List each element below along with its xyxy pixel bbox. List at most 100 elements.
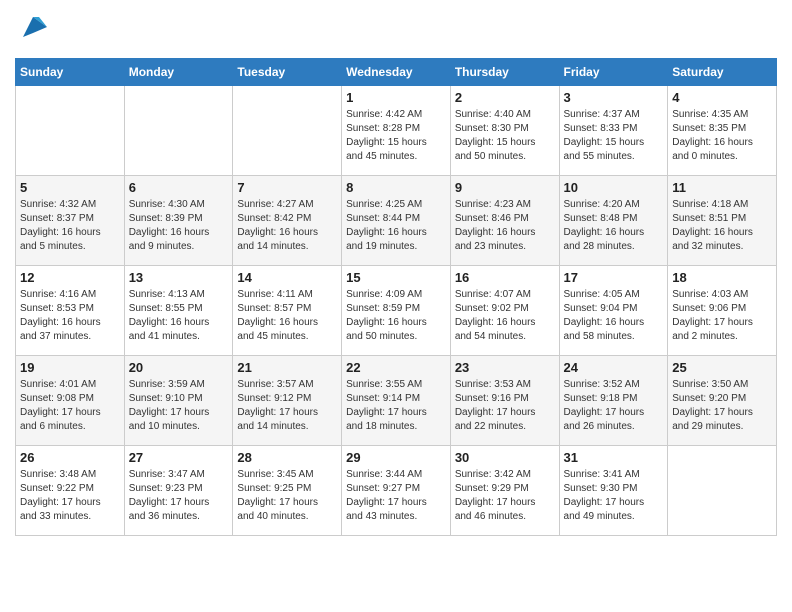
day-info: Sunrise: 4:25 AM Sunset: 8:44 PM Dayligh…: [346, 198, 446, 254]
day-info: Sunrise: 3:57 AM Sunset: 9:12 PM Dayligh…: [237, 378, 337, 434]
day-info: Sunrise: 3:52 AM Sunset: 9:18 PM Dayligh…: [564, 378, 664, 434]
calendar-cell: 20 Sunrise: 3:59 AM Sunset: 9:10 PM Dayli…: [124, 356, 233, 446]
day-number: 14: [237, 270, 337, 285]
calendar-cell: 6Sunrise: 4:30 AM Sunset: 8:39 PM Daylig…: [124, 176, 233, 266]
day-info: Sunrise: 3:47 AM Sunset: 9:23 PM Dayligh…: [129, 468, 229, 524]
calendar-cell: 16 Sunrise: 4:07 AM Sunset: 9:02 PM Dayli…: [450, 266, 559, 356]
calendar-cell: 8 Sunrise: 4:25 AM Sunset: 8:44 PM Daylig…: [342, 176, 451, 266]
calendar-cell: 12 Sunrise: 4:16 AM Sunset: 8:53 PM Dayli…: [16, 266, 125, 356]
calendar-cell: 4Sunrise: 4:35 AM Sunset: 8:35 PM Daylig…: [668, 86, 777, 176]
calendar-cell: 17 Sunrise: 4:05 AM Sunset: 9:04 PM Dayli…: [559, 266, 668, 356]
day-number: 25: [672, 360, 772, 375]
calendar-cell: 25 Sunrise: 3:50 AM Sunset: 9:20 PM Dayli…: [668, 356, 777, 446]
day-info: Sunrise: 4:09 AM Sunset: 8:59 PM Dayligh…: [346, 288, 446, 344]
day-number: 8: [346, 180, 446, 195]
day-number: 28: [237, 450, 337, 465]
calendar-cell: 13 Sunrise: 4:13 AM Sunset: 8:55 PM Dayli…: [124, 266, 233, 356]
day-info: Sunrise: 4:20 AM Sunset: 8:48 PM Dayligh…: [564, 198, 664, 254]
day-header-friday: Friday: [559, 59, 668, 86]
day-info: Sunrise: 4:11 AM Sunset: 8:57 PM Dayligh…: [237, 288, 337, 344]
day-number: 5: [20, 180, 120, 195]
day-header-wednesday: Wednesday: [342, 59, 451, 86]
calendar-cell: 19 Sunrise: 4:01 AM Sunset: 9:08 PM Dayli…: [16, 356, 125, 446]
day-info: Sunrise: 4:07 AM Sunset: 9:02 PM Dayligh…: [455, 288, 555, 344]
day-header-thursday: Thursday: [450, 59, 559, 86]
day-number: 30: [455, 450, 555, 465]
calendar-cell: [16, 86, 125, 176]
day-info: Sunrise: 3:50 AM Sunset: 9:20 PM Dayligh…: [672, 378, 772, 434]
day-number: 13: [129, 270, 229, 285]
calendar-cell: 24 Sunrise: 3:52 AM Sunset: 9:18 PM Dayli…: [559, 356, 668, 446]
day-number: 19: [20, 360, 120, 375]
day-info: Sunrise: 4:27 AM Sunset: 8:42 PM Dayligh…: [237, 198, 337, 254]
day-number: 29: [346, 450, 446, 465]
day-number: 26: [20, 450, 120, 465]
day-number: 24: [564, 360, 664, 375]
calendar-cell: 5 Sunrise: 4:32 AM Sunset: 8:37 PM Daylig…: [16, 176, 125, 266]
calendar-week-row: 5 Sunrise: 4:32 AM Sunset: 8:37 PM Daylig…: [16, 176, 777, 266]
day-info: Sunrise: 4:30 AM Sunset: 8:39 PM Dayligh…: [129, 198, 229, 254]
day-info: Sunrise: 4:42 AM Sunset: 8:28 PM Dayligh…: [346, 108, 446, 164]
day-number: 23: [455, 360, 555, 375]
calendar-week-row: 1 Sunrise: 4:42 AM Sunset: 8:28 PM Daylig…: [16, 86, 777, 176]
day-number: 22: [346, 360, 446, 375]
day-info: Sunrise: 3:42 AM Sunset: 9:29 PM Dayligh…: [455, 468, 555, 524]
day-info: Sunrise: 4:05 AM Sunset: 9:04 PM Dayligh…: [564, 288, 664, 344]
day-header-saturday: Saturday: [668, 59, 777, 86]
day-info: Sunrise: 4:37 AM Sunset: 8:33 PM Dayligh…: [564, 108, 664, 164]
calendar-cell: 29 Sunrise: 3:44 AM Sunset: 9:27 PM Dayli…: [342, 446, 451, 536]
calendar-cell: [233, 86, 342, 176]
day-number: 18: [672, 270, 772, 285]
day-number: 12: [20, 270, 120, 285]
day-number: 27: [129, 450, 229, 465]
day-info: Sunrise: 3:48 AM Sunset: 9:22 PM Dayligh…: [20, 468, 120, 524]
calendar-cell: 18Sunrise: 4:03 AM Sunset: 9:06 PM Dayli…: [668, 266, 777, 356]
day-number: 2: [455, 90, 555, 105]
day-info: Sunrise: 4:18 AM Sunset: 8:51 PM Dayligh…: [672, 198, 772, 254]
day-header-sunday: Sunday: [16, 59, 125, 86]
day-info: Sunrise: 4:13 AM Sunset: 8:55 PM Dayligh…: [129, 288, 229, 344]
day-number: 15: [346, 270, 446, 285]
day-number: 31: [564, 450, 664, 465]
day-info: Sunrise: 3:53 AM Sunset: 9:16 PM Dayligh…: [455, 378, 555, 434]
calendar-cell: 9 Sunrise: 4:23 AM Sunset: 8:46 PM Daylig…: [450, 176, 559, 266]
day-info: Sunrise: 4:01 AM Sunset: 9:08 PM Dayligh…: [20, 378, 120, 434]
calendar-week-row: 12 Sunrise: 4:16 AM Sunset: 8:53 PM Dayli…: [16, 266, 777, 356]
calendar-cell: 28 Sunrise: 3:45 AM Sunset: 9:25 PM Dayli…: [233, 446, 342, 536]
day-info: Sunrise: 3:45 AM Sunset: 9:25 PM Dayligh…: [237, 468, 337, 524]
day-number: 21: [237, 360, 337, 375]
day-number: 1: [346, 90, 446, 105]
day-info: Sunrise: 3:59 AM Sunset: 9:10 PM Dayligh…: [129, 378, 229, 434]
calendar-cell: 26 Sunrise: 3:48 AM Sunset: 9:22 PM Dayli…: [16, 446, 125, 536]
calendar-week-row: 26 Sunrise: 3:48 AM Sunset: 9:22 PM Dayli…: [16, 446, 777, 536]
day-number: 16: [455, 270, 555, 285]
day-number: 20: [129, 360, 229, 375]
calendar-week-row: 19 Sunrise: 4:01 AM Sunset: 9:08 PM Dayli…: [16, 356, 777, 446]
calendar-cell: 21 Sunrise: 3:57 AM Sunset: 9:12 PM Dayli…: [233, 356, 342, 446]
day-info: Sunrise: 4:32 AM Sunset: 8:37 PM Dayligh…: [20, 198, 120, 254]
day-info: Sunrise: 3:55 AM Sunset: 9:14 PM Dayligh…: [346, 378, 446, 434]
calendar-cell: 3Sunrise: 4:37 AM Sunset: 8:33 PM Daylig…: [559, 86, 668, 176]
day-info: Sunrise: 4:16 AM Sunset: 8:53 PM Dayligh…: [20, 288, 120, 344]
day-number: 17: [564, 270, 664, 285]
day-info: Sunrise: 4:23 AM Sunset: 8:46 PM Dayligh…: [455, 198, 555, 254]
calendar-cell: 15 Sunrise: 4:09 AM Sunset: 8:59 PM Dayli…: [342, 266, 451, 356]
calendar-cell: 14 Sunrise: 4:11 AM Sunset: 8:57 PM Dayli…: [233, 266, 342, 356]
calendar-cell: 30 Sunrise: 3:42 AM Sunset: 9:29 PM Dayli…: [450, 446, 559, 536]
day-info: Sunrise: 4:40 AM Sunset: 8:30 PM Dayligh…: [455, 108, 555, 164]
calendar-cell: 22 Sunrise: 3:55 AM Sunset: 9:14 PM Dayli…: [342, 356, 451, 446]
calendar-cell: 7Sunrise: 4:27 AM Sunset: 8:42 PM Daylig…: [233, 176, 342, 266]
day-info: Sunrise: 4:35 AM Sunset: 8:35 PM Dayligh…: [672, 108, 772, 164]
calendar-cell: 31Sunrise: 3:41 AM Sunset: 9:30 PM Dayli…: [559, 446, 668, 536]
calendar-table: SundayMondayTuesdayWednesdayThursdayFrid…: [15, 58, 777, 536]
day-number: 11: [672, 180, 772, 195]
day-header-monday: Monday: [124, 59, 233, 86]
calendar-cell: 23 Sunrise: 3:53 AM Sunset: 9:16 PM Dayli…: [450, 356, 559, 446]
logo-icon: [19, 13, 47, 41]
day-info: Sunrise: 3:44 AM Sunset: 9:27 PM Dayligh…: [346, 468, 446, 524]
day-header-tuesday: Tuesday: [233, 59, 342, 86]
calendar-cell: 10Sunrise: 4:20 AM Sunset: 8:48 PM Dayli…: [559, 176, 668, 266]
calendar-cell: [668, 446, 777, 536]
calendar-cell: 27 Sunrise: 3:47 AM Sunset: 9:23 PM Dayli…: [124, 446, 233, 536]
day-number: 9: [455, 180, 555, 195]
